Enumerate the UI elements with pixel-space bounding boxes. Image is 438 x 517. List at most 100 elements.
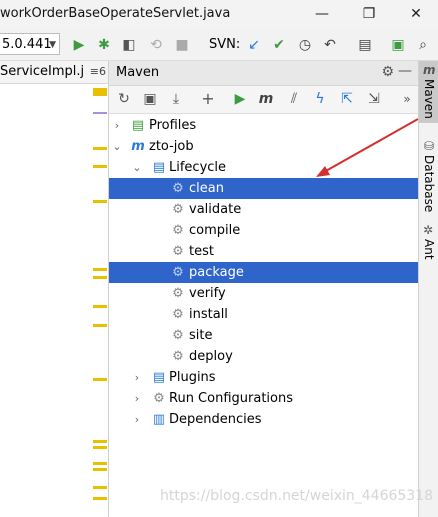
gutter-marker: [93, 446, 107, 449]
lifecycle-phase[interactable]: ⚙ package: [109, 262, 418, 283]
svn-update-icon[interactable]: ↙: [245, 36, 263, 54]
run-config-select[interactable]: 5.0.441 ▼: [0, 33, 60, 55]
lifecycle-phase[interactable]: ⚙ site: [109, 325, 418, 346]
chevron-right-icon[interactable]: ›: [111, 115, 123, 136]
gear-icon: ⚙: [172, 307, 184, 322]
tab-maven[interactable]: m Maven: [419, 61, 438, 123]
minimize-icon[interactable]: —: [314, 6, 330, 22]
maven-panel-title: Maven: [116, 65, 160, 80]
terminal-icon[interactable]: ▣: [389, 36, 407, 54]
maven-icon: m: [423, 63, 436, 77]
chevron-down-icon[interactable]: ⌄: [131, 157, 143, 178]
debug-icon[interactable]: ✱: [95, 36, 113, 54]
gear-icon: ⚙: [172, 328, 184, 343]
gutter-marker: [93, 497, 107, 500]
gutter-marker: [93, 268, 107, 271]
close-icon[interactable]: ✕: [408, 6, 424, 22]
reload-icon[interactable]: ↻: [115, 90, 133, 108]
skip-tests-icon[interactable]: ϟ: [311, 90, 329, 108]
lifecycle-phase[interactable]: ⚙ verify: [109, 283, 418, 304]
watermark: https://blog.csdn.net/weixin_44665318: [160, 488, 434, 504]
tree-item-project[interactable]: ⌄ m zto-job: [109, 136, 418, 157]
tree-item-profiles[interactable]: › ▤ Profiles: [109, 115, 418, 136]
gutter-marker: [93, 147, 107, 150]
tab-ant-label: Ant: [422, 239, 436, 260]
toggle-offline-icon[interactable]: ⫽: [285, 90, 303, 108]
lifecycle-phase[interactable]: ⚙ install: [109, 304, 418, 325]
svn-commit-icon[interactable]: ✔: [270, 36, 288, 54]
lifecycle-phase[interactable]: ⚙ test: [109, 241, 418, 262]
gear-icon: ⚙: [172, 349, 184, 364]
gutter-marker: [93, 112, 107, 114]
attach-icon[interactable]: ⟲: [147, 36, 165, 54]
tab-list-icon[interactable]: ≡6: [87, 61, 106, 83]
tab-ant[interactable]: ✲ Ant: [419, 223, 438, 263]
lifecycle-phase[interactable]: ⚙ compile: [109, 220, 418, 241]
tree-item-plugins[interactable]: › ▤ Plugins: [109, 367, 418, 388]
editor-tab[interactable]: ServiceImpl.j ≡6: [0, 61, 108, 84]
gutter-marker: [93, 88, 107, 96]
tree-item-dependencies[interactable]: › ▥ Dependencies: [109, 409, 418, 430]
phase-label: package: [189, 265, 244, 280]
chevron-down-icon: ▼: [49, 40, 56, 50]
project-structure-icon[interactable]: ▤: [356, 36, 374, 54]
generate-sources-icon[interactable]: ▣: [141, 90, 159, 108]
run-maven-build-icon[interactable]: ▶: [231, 90, 249, 108]
run-icon[interactable]: ▶: [70, 36, 88, 54]
collapse-all-icon[interactable]: ⇲: [365, 90, 383, 108]
more-icon[interactable]: »: [398, 90, 416, 108]
gutter-marker: [93, 165, 107, 168]
ant-icon: ✲: [423, 223, 434, 237]
stop-icon[interactable]: ■: [173, 36, 191, 54]
hide-panel-icon[interactable]: —: [398, 63, 412, 79]
lifecycle-phase[interactable]: ⚙ clean: [109, 178, 418, 199]
gear-icon: ⚙: [172, 223, 184, 238]
tree-item-label: Plugins: [169, 370, 216, 385]
tree-item-label: Run Configurations: [169, 391, 293, 406]
phase-label: install: [189, 307, 228, 322]
tree-item-lifecycle[interactable]: ⌄ ▤ Lifecycle: [109, 157, 418, 178]
gutter-marker: [93, 440, 107, 443]
add-icon[interactable]: +: [199, 90, 217, 108]
execute-goal-icon[interactable]: m: [257, 90, 275, 108]
plugins-folder-icon: ▤: [152, 370, 166, 385]
lifecycle-phase[interactable]: ⚙ validate: [109, 199, 418, 220]
tab-database[interactable]: ⛁ Database: [419, 139, 438, 215]
phase-label: site: [189, 328, 213, 343]
gutter-marker: [93, 324, 107, 327]
main-toolbar: 5.0.441 ▼ ▶ ✱ ◧ ⟲ ■ SVN: ↙ ✔ ◷ ↶ ▤ ▣ ⌕: [0, 30, 438, 61]
phase-label: validate: [189, 202, 242, 217]
gutter-marker: [93, 305, 107, 308]
phase-label: compile: [189, 223, 241, 238]
gutter-marker: [93, 200, 107, 203]
chevron-down-icon[interactable]: ⌄: [111, 136, 123, 157]
gear-icon: ⚙: [153, 391, 165, 406]
search-icon[interactable]: ⌕: [414, 36, 432, 54]
maven-project-icon: m: [131, 139, 145, 154]
maven-panel-header: Maven ⚙ —: [109, 61, 418, 86]
gutter-marker: [93, 378, 107, 381]
run-config-value: 5.0.441: [2, 37, 52, 52]
lifecycle-folder-icon: ▤: [152, 160, 166, 175]
right-tool-strip: m Maven ⛁ Database ✲ Ant: [418, 61, 438, 517]
phase-label: clean: [189, 181, 224, 196]
tree-item-run-configurations[interactable]: › ⚙ Run Configurations: [109, 388, 418, 409]
gear-icon: ⚙: [172, 286, 184, 301]
maximize-icon[interactable]: ❐: [361, 6, 377, 22]
tree-item-label: Dependencies: [169, 412, 262, 427]
chevron-right-icon[interactable]: ›: [131, 409, 143, 430]
gutter-marker: [93, 468, 107, 471]
chevron-right-icon[interactable]: ›: [131, 367, 143, 388]
gear-icon: ⚙: [172, 244, 184, 259]
coverage-icon[interactable]: ◧: [120, 36, 138, 54]
history-icon[interactable]: ◷: [296, 36, 314, 54]
expand-all-icon[interactable]: ⇱: [338, 90, 356, 108]
phase-label: test: [189, 244, 214, 259]
download-icon[interactable]: ⤓: [167, 90, 185, 108]
chevron-right-icon[interactable]: ›: [131, 388, 143, 409]
gear-icon[interactable]: ⚙: [381, 64, 394, 80]
revert-icon[interactable]: ↶: [321, 36, 339, 54]
maven-toolbar: ↻ ▣ ⤓ + ▶ m ⫽ ϟ ⇱ ⇲ »: [109, 86, 418, 114]
gutter-marker: [93, 462, 107, 465]
lifecycle-phase[interactable]: ⚙ deploy: [109, 346, 418, 367]
